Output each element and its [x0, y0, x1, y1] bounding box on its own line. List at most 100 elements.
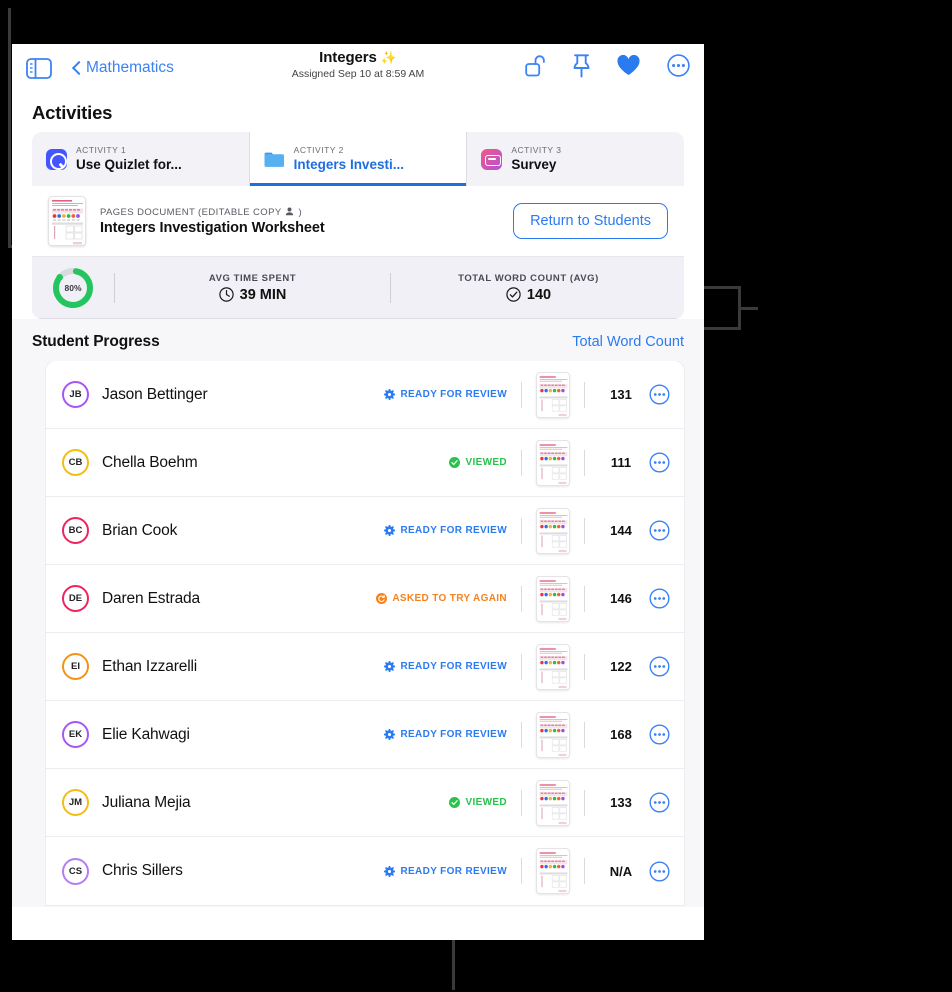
row-more-icon[interactable] [649, 724, 670, 745]
table-row[interactable]: EI Ethan Izzarelli READY FOR REVIEW 122 [46, 633, 684, 701]
chevron-left-icon [72, 61, 81, 76]
sidebar-icon[interactable] [26, 57, 52, 79]
table-row[interactable]: EK Elie Kahwagi READY FOR REVIEW 168 [46, 701, 684, 769]
ready-for-review-icon [384, 389, 396, 400]
word-count-value: 168 [610, 727, 632, 742]
table-row[interactable]: DE Daren Estrada ASKED TO TRY AGAIN 146 [46, 565, 684, 633]
word-count-value: 131 [610, 387, 632, 402]
document-kind-prefix: PAGES DOCUMENT (EDITABLE COPY [100, 206, 282, 218]
row-more-button[interactable] [649, 724, 670, 745]
row-divider [521, 449, 522, 476]
student-name: Daren Estrada [102, 589, 200, 607]
document-row: PAGES DOCUMENT (EDITABLE COPY ) Integers… [32, 186, 684, 257]
app-window: Mathematics Integers ✨ Assigned Sep 10 a… [12, 44, 704, 940]
row-more-button[interactable] [649, 452, 670, 473]
stat-avg-time: AVG TIME SPENT 39 MIN [115, 273, 390, 303]
row-more-icon[interactable] [649, 520, 670, 541]
ready-for-review-icon [384, 865, 396, 877]
row-divider [521, 858, 522, 884]
table-row[interactable]: CS Chris Sillers READY FOR REVIEW N/A [46, 837, 684, 905]
avatar: CS [62, 857, 89, 885]
row-more-icon[interactable] [649, 861, 670, 882]
document-kind: PAGES DOCUMENT (EDITABLE COPY ) [100, 207, 499, 218]
row-divider [521, 789, 522, 816]
survey-icon [481, 148, 503, 170]
row-divider [521, 517, 522, 544]
student-work-thumb-frame[interactable] [536, 371, 570, 418]
student-progress-title: Student Progress [32, 333, 160, 350]
stat-word-count-value-wrap: 140 [391, 287, 666, 303]
viewed-icon [449, 457, 461, 468]
student-work-thumbnail[interactable] [537, 577, 570, 622]
row-more-icon[interactable] [649, 384, 670, 405]
row-more-button[interactable] [649, 656, 670, 677]
activity-tab-2[interactable]: ACTIVITY 2 Integers Investi... [249, 132, 468, 186]
status-badge: READY FOR REVIEW [384, 729, 507, 740]
status-badge: VIEWED [449, 797, 507, 808]
student-work-thumb-frame[interactable] [536, 779, 570, 826]
total-word-count-link[interactable]: Total Word Count [572, 334, 684, 350]
status-badge: READY FOR REVIEW [384, 525, 507, 536]
row-divider [521, 721, 522, 748]
more-icon[interactable] [667, 54, 690, 82]
person-icon [286, 207, 294, 215]
student-name: Ethan Izzarelli [102, 657, 198, 675]
activity-card: ACTIVITY 1 Use Quizlet for... ACTIVITY 2… [32, 132, 684, 319]
row-more-icon[interactable] [649, 656, 670, 677]
student-work-thumb-frame[interactable] [536, 711, 570, 758]
document-thumbnail[interactable] [48, 196, 86, 246]
student-work-thumbnail[interactable] [537, 645, 570, 690]
table-row[interactable]: CB Chella Boehm VIEWED 111 [46, 429, 684, 497]
activity-tab-1[interactable]: ACTIVITY 1 Use Quizlet for... [32, 132, 250, 186]
row-more-button[interactable] [649, 588, 670, 609]
row-more-button[interactable] [649, 384, 670, 405]
callout-right-bracket-top [700, 286, 741, 289]
row-more-button[interactable] [649, 861, 670, 882]
student-work-thumb-frame[interactable] [536, 643, 570, 690]
row-divider [584, 585, 585, 612]
student-progress-header: Student Progress Total Word Count [12, 319, 704, 361]
status-badge: ASKED TO TRY AGAIN [376, 593, 507, 604]
student-work-thumb-frame[interactable] [536, 507, 570, 554]
back-button-label: Mathematics [86, 59, 174, 76]
heart-icon[interactable] [617, 54, 640, 81]
viewed-icon [449, 797, 461, 808]
student-work-thumb-frame[interactable] [536, 439, 570, 486]
student-name: Chella Boehm [102, 453, 198, 471]
back-button[interactable]: Mathematics [72, 59, 174, 77]
student-work-thumbnail[interactable] [537, 373, 570, 418]
pin-icon[interactable] [573, 53, 590, 83]
table-row[interactable]: JM Juliana Mejia VIEWED 133 [46, 769, 684, 837]
row-more-icon[interactable] [649, 452, 670, 473]
stat-word-count-label: TOTAL WORD COUNT (AVG) [458, 272, 599, 284]
avatar: DE [62, 585, 89, 612]
callout-left-vertical [8, 8, 11, 248]
toolbar-actions [525, 53, 690, 83]
word-count-value: N/A [609, 863, 633, 879]
student-work-thumbnail[interactable] [537, 781, 570, 826]
status-badge: READY FOR REVIEW [384, 865, 507, 877]
student-work-thumb-frame[interactable] [536, 848, 570, 894]
screenshot-root: Mathematics Integers ✨ Assigned Sep 10 a… [0, 0, 952, 992]
check-badge-icon [506, 287, 521, 302]
row-divider [584, 449, 585, 476]
row-more-icon[interactable] [649, 792, 670, 813]
student-work-thumbnail[interactable] [537, 441, 570, 486]
activity-tabs: ACTIVITY 1 Use Quizlet for... ACTIVITY 2… [32, 132, 684, 186]
status-badge-label: READY FOR REVIEW [400, 865, 507, 877]
row-more-button[interactable] [649, 520, 670, 541]
unlock-icon[interactable] [525, 54, 546, 82]
student-work-thumbnail[interactable] [537, 849, 570, 894]
return-to-students-button[interactable]: Return to Students [513, 203, 668, 239]
row-more-icon[interactable] [649, 588, 670, 609]
activity-tab-3[interactable]: ACTIVITY 3 Survey [467, 132, 684, 186]
row-more-button[interactable] [649, 792, 670, 813]
word-count-value: 146 [610, 591, 632, 606]
table-row[interactable]: BC Brian Cook READY FOR REVIEW 144 [46, 497, 684, 565]
activities-heading: Activities [32, 102, 113, 123]
student-work-thumbnail[interactable] [537, 509, 570, 554]
table-row[interactable]: JB Jason Bettinger READY FOR REVIEW 131 [46, 361, 684, 429]
student-work-thumbnail[interactable] [537, 713, 570, 758]
student-work-thumb-frame[interactable] [536, 575, 570, 622]
activity-1-eyebrow: ACTIVITY 1 [76, 144, 127, 155]
